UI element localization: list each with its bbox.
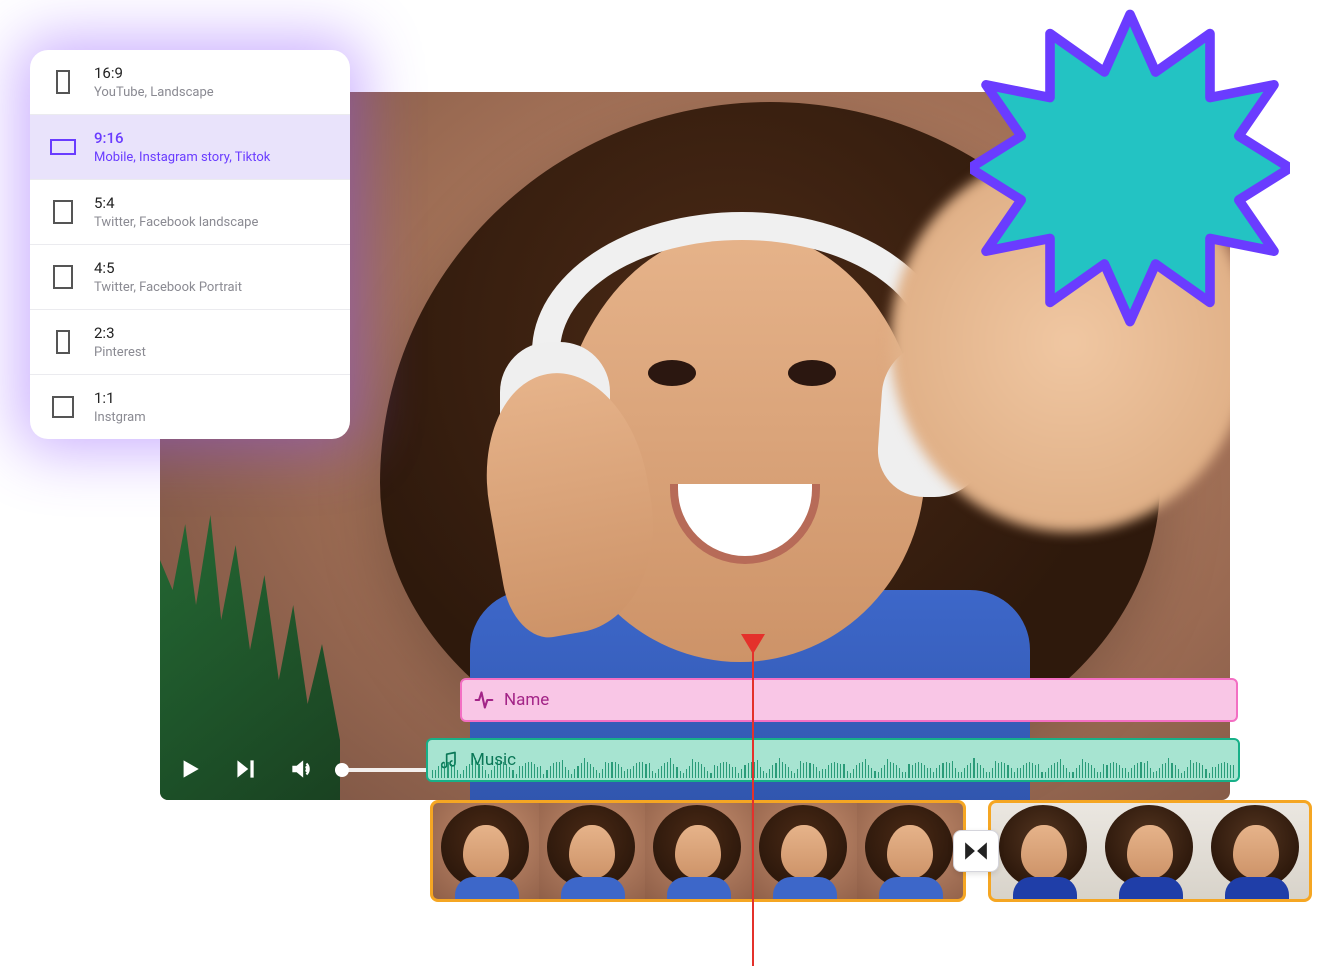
preview-eye — [648, 360, 696, 386]
clip-thumb-shirt — [455, 877, 519, 899]
ratio-title: 2:3 — [94, 324, 146, 342]
clip-thumb-face — [1021, 825, 1067, 879]
next-button[interactable] — [230, 754, 260, 784]
timeline-clips — [430, 800, 1312, 902]
ratio-subtitle: Twitter, Facebook Portrait — [94, 280, 242, 295]
clip-thumbnail[interactable] — [433, 803, 539, 899]
ratio-shape-icon — [50, 264, 76, 290]
ratio-title: 16:9 — [94, 64, 214, 82]
starburst-icon — [970, 14, 1290, 321]
clip-thumbnail[interactable] — [857, 803, 963, 899]
player-controls — [174, 754, 316, 784]
ratio-title: 4:5 — [94, 259, 242, 277]
preview-eye — [788, 360, 836, 386]
play-button[interactable] — [174, 754, 204, 784]
ratio-subtitle: Twitter, Facebook landscape — [94, 215, 258, 230]
ratio-option-2-3[interactable]: 2:3 Pinterest — [30, 310, 350, 375]
play-icon — [176, 756, 202, 782]
clip-thumbnail[interactable] — [1203, 803, 1309, 899]
ratio-shape-icon — [50, 134, 76, 160]
ratio-shape-icon — [50, 199, 76, 225]
ratio-subtitle: Mobile, Instagram story, Tiktok — [94, 150, 270, 165]
volume-button[interactable] — [286, 754, 316, 784]
clip-thumbnail[interactable] — [645, 803, 751, 899]
activity-icon — [474, 690, 494, 710]
clip-thumb-face — [781, 825, 827, 879]
clip-thumb-face — [887, 825, 933, 879]
ratio-shape-icon — [50, 69, 76, 95]
ratio-option-9-16[interactable]: 9:16 Mobile, Instagram story, Tiktok — [30, 115, 350, 180]
clip-thumb-shirt — [667, 877, 731, 899]
ratio-title: 1:1 — [94, 389, 146, 407]
ratio-subtitle: YouTube, Landscape — [94, 85, 214, 100]
volume-icon — [288, 756, 314, 782]
clip-thumb-shirt — [879, 877, 943, 899]
ratio-option-1-1[interactable]: 1:1 Instgram — [30, 375, 350, 439]
ratio-option-16-9[interactable]: 16:9 YouTube, Landscape — [30, 50, 350, 115]
clip-thumbnail[interactable] — [1097, 803, 1203, 899]
clip-thumb-shirt — [773, 877, 837, 899]
ratio-subtitle: Instgram — [94, 410, 146, 425]
clip-thumb-shirt — [561, 877, 625, 899]
clip-thumb-shirt — [1119, 877, 1183, 899]
clip-thumbnail[interactable] — [991, 803, 1097, 899]
starburst-sticker[interactable] — [970, 8, 1290, 328]
music-waveform — [428, 760, 1238, 778]
clip-thumb-shirt — [1013, 877, 1077, 899]
track-name-label: Name — [504, 690, 549, 710]
clip-thumb-face — [463, 825, 509, 879]
ratio-title: 9:16 — [94, 129, 270, 147]
ratio-subtitle: Pinterest — [94, 345, 146, 360]
clip-thumb-face — [1127, 825, 1173, 879]
transition-icon — [963, 840, 989, 862]
transition-badge[interactable] — [953, 830, 999, 872]
clip-thumb-face — [675, 825, 721, 879]
track-name[interactable]: Name — [460, 678, 1238, 722]
clip-thumbnail[interactable] — [539, 803, 645, 899]
clip-thumb-face — [1233, 825, 1279, 879]
clip-thumbnail[interactable] — [751, 803, 857, 899]
ratio-option-5-4[interactable]: 5:4 Twitter, Facebook landscape — [30, 180, 350, 245]
clip-thumb-face — [569, 825, 615, 879]
ratio-option-4-5[interactable]: 4:5 Twitter, Facebook Portrait — [30, 245, 350, 310]
clip-group-a[interactable] — [430, 800, 966, 902]
aspect-ratio-menu[interactable]: 16:9 YouTube, Landscape 9:16 Mobile, Ins… — [30, 50, 350, 439]
next-icon — [232, 756, 258, 782]
clip-thumb-shirt — [1225, 877, 1289, 899]
ratio-title: 5:4 — [94, 194, 258, 212]
timeline-playhead[interactable] — [752, 636, 754, 966]
ratio-shape-icon — [50, 329, 76, 355]
clip-group-b[interactable] — [988, 800, 1312, 902]
track-music[interactable]: Music — [426, 738, 1240, 782]
ratio-shape-icon — [50, 394, 76, 420]
